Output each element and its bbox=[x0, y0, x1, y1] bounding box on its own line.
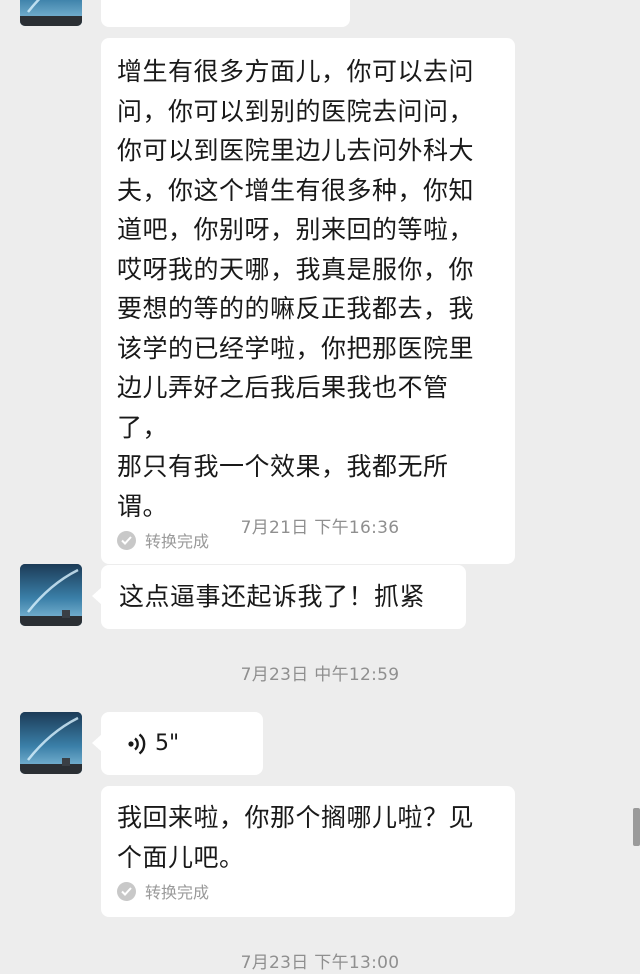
avatar[interactable] bbox=[20, 564, 82, 626]
message-text: 增生有很多方面儿，你可以去问 问，你可以到别的医院去问问， 你可以到医院里边儿去… bbox=[117, 57, 475, 521]
voice-duration: 5" bbox=[155, 731, 180, 756]
sky-avatar-icon bbox=[20, 0, 82, 26]
message-bubble[interactable]: 增生有很多方面儿，你可以去问 问，你可以到别的医院去问问， 你可以到医院里边儿去… bbox=[101, 38, 515, 564]
timestamp: 7月23日 下午13:00 bbox=[240, 953, 400, 973]
avatar[interactable] bbox=[20, 712, 82, 774]
status-text: 转换完成 bbox=[145, 883, 210, 902]
message-text: 我回来啦，你那个搁哪儿啦？见 个面儿吧。 bbox=[117, 803, 475, 872]
scrollbar-thumb[interactable] bbox=[633, 808, 640, 846]
bubble-tail bbox=[92, 734, 102, 752]
bubble-tail bbox=[92, 587, 102, 605]
chat-window: 增生有很多方面儿，你可以去问 问，你可以到别的医院去问问， 你可以到医院里边儿去… bbox=[0, 0, 640, 974]
sky-avatar-icon bbox=[20, 564, 82, 626]
voice-wave-icon bbox=[127, 732, 149, 756]
avatar[interactable] bbox=[20, 0, 82, 26]
message-bubble[interactable]: 我回来啦，你那个搁哪儿啦？见 个面儿吧。 转换完成 bbox=[101, 786, 515, 917]
conversion-status: 转换完成 bbox=[117, 879, 499, 903]
message-text: 这点逼事还起诉我了！抓紧 bbox=[119, 582, 426, 611]
voice-message-bubble[interactable]: 5" bbox=[92, 712, 263, 775]
timestamp: 7月23日 中午12:59 bbox=[240, 665, 400, 685]
message-bubble[interactable]: 这点逼事还起诉我了！抓紧 bbox=[92, 565, 466, 629]
timestamp: 7月21日 下午16:36 bbox=[240, 518, 400, 538]
message-bubble-partial[interactable] bbox=[101, 0, 350, 27]
sky-avatar-icon bbox=[20, 712, 82, 774]
check-circle-icon bbox=[117, 881, 136, 901]
